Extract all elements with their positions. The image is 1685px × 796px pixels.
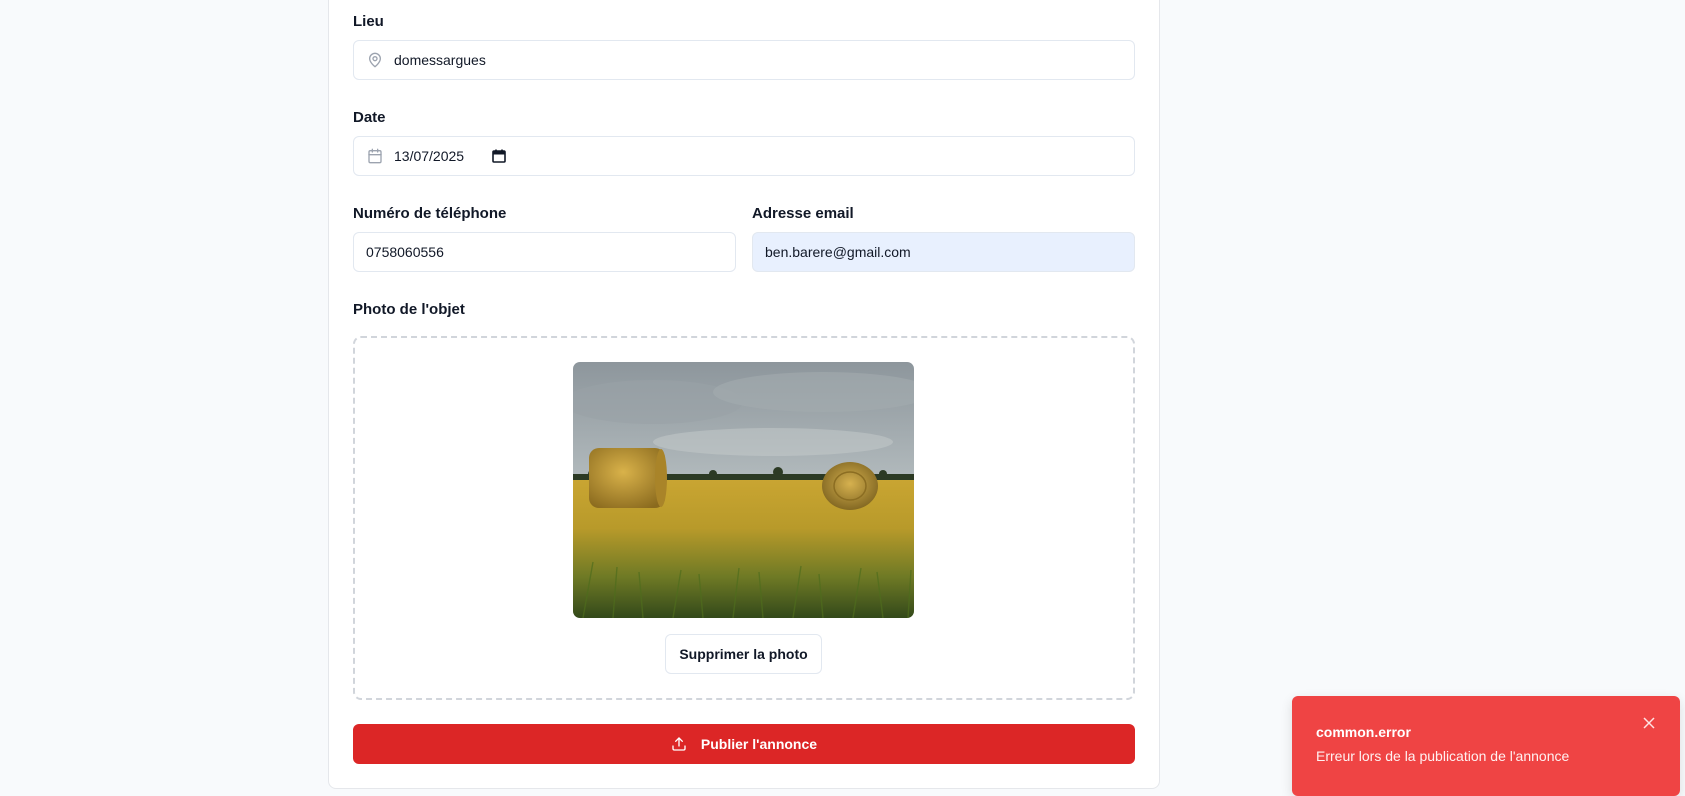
location-label: Lieu	[353, 13, 384, 30]
date-input[interactable]: 13/07/2025	[353, 136, 1135, 176]
date-value: 13/07/2025	[394, 148, 465, 164]
toast-title: common.error	[1316, 724, 1411, 740]
phone-label: Numéro de téléphone	[353, 205, 507, 222]
map-pin-icon	[367, 52, 383, 68]
email-label: Adresse email	[752, 205, 854, 222]
phone-value: 0758060556	[366, 244, 444, 260]
publish-button-label: Publier l'annonce	[700, 736, 818, 752]
upload-icon	[671, 736, 687, 752]
error-toast: common.error Erreur lors de la publicati…	[1292, 696, 1680, 796]
phone-input[interactable]: 0758060556	[353, 232, 736, 272]
email-input[interactable]: ben.barere@gmail.com	[752, 232, 1135, 272]
close-icon[interactable]	[1642, 716, 1656, 730]
toast-description: Erreur lors de la publication de l'annon…	[1316, 748, 1570, 764]
date-label: Date	[353, 109, 386, 126]
remove-photo-button[interactable]: Supprimer la photo	[665, 634, 822, 674]
photo-preview	[573, 362, 914, 618]
date-picker-icon[interactable]	[492, 149, 506, 163]
location-input[interactable]: domessargues	[353, 40, 1135, 80]
email-value: ben.barere@gmail.com	[765, 244, 911, 260]
location-value: domessargues	[394, 52, 486, 68]
photo-label: Photo de l'objet	[353, 301, 465, 318]
calendar-icon	[367, 148, 383, 164]
publish-button[interactable]: Publier l'annonce	[353, 724, 1135, 764]
